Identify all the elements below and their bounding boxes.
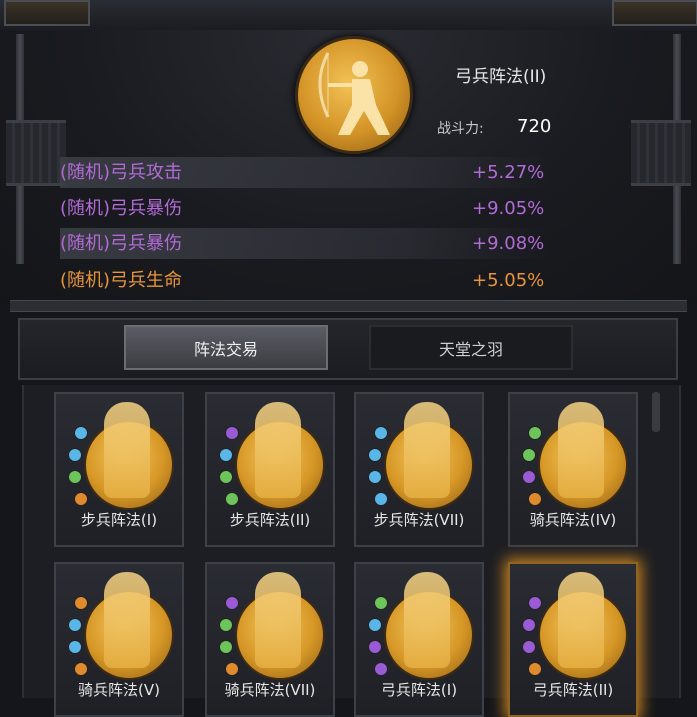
gem-ring [368,584,392,680]
divider [10,300,687,312]
soldier-silhouette-icon [404,402,450,498]
right-pillar [631,120,691,186]
left-pillar [6,120,66,186]
gem-ring [68,584,92,680]
tab-heaven-feather[interactable]: 天堂之羽 [369,325,573,370]
formation-card[interactable]: 骑兵阵法(IV) [508,392,638,547]
rider-silhouette-icon [104,572,150,668]
card-label: 弓兵阵法(I) [380,681,458,699]
gem-ring [368,414,392,510]
formation-card[interactable]: 步兵阵法(VII) [354,392,484,547]
card-label: 骑兵阵法(IV) [529,511,617,529]
formation-card[interactable]: 步兵阵法(II) [205,392,335,547]
back-button[interactable] [4,0,90,26]
stat-name: (随机)弓兵暴伤 [60,198,183,219]
formation-card-selected[interactable]: 弓兵阵法(II) [508,562,638,717]
formation-card[interactable]: 骑兵阵法(VII) [205,562,335,717]
soldier-silhouette-icon [104,402,150,498]
card-label: 骑兵阵法(VII) [224,681,316,699]
archer-silhouette-icon [404,572,450,668]
power-label: 战斗力: [437,121,484,137]
card-label: 弓兵阵法(II) [532,681,614,699]
card-label: 步兵阵法(II) [229,511,311,529]
stat-row: (随机)弓兵暴伤 +9.05% [60,193,550,224]
rider-silhouette-icon [255,572,301,668]
stat-value: +5.05% [472,270,545,291]
stat-name: (随机)弓兵暴伤 [60,233,183,254]
card-label: 步兵阵法(I) [80,511,158,529]
rider-silhouette-icon [558,402,604,498]
formation-card[interactable]: 弓兵阵法(I) [354,562,484,717]
stat-value: +9.08% [472,233,545,254]
formation-card[interactable]: 步兵阵法(I) [54,392,184,547]
gem-ring [219,414,243,510]
card-label: 步兵阵法(VII) [373,511,465,529]
scrollbar[interactable] [652,392,660,432]
gem-ring [219,584,243,680]
gem-ring [68,414,92,510]
stat-row: (随机)弓兵攻击 +5.27% [60,157,550,188]
gem-ring [522,584,546,680]
formation-card[interactable]: 骑兵阵法(V) [54,562,184,717]
stat-row: (随机)弓兵暴伤 +9.08% [60,228,550,259]
tab-bar [18,318,678,380]
archer-emblem-icon [295,36,413,154]
archer-silhouette-icon [558,572,604,668]
tab-formation-trade[interactable]: 阵法交易 [124,325,328,370]
stat-name: (随机)弓兵攻击 [60,162,183,183]
stat-value: +5.27% [472,162,545,183]
stat-name: (随机)弓兵生命 [60,270,183,291]
stat-value: +9.05% [472,198,545,219]
soldier-silhouette-icon [255,402,301,498]
gem-ring [522,414,546,510]
menu-button[interactable] [612,0,697,26]
formation-title: 弓兵阵法(II) [455,67,547,87]
top-frame [0,0,697,32]
power-value: 720 [517,116,552,137]
card-label: 骑兵阵法(V) [78,681,160,699]
stat-row: (随机)弓兵生命 +5.05% [60,265,550,296]
